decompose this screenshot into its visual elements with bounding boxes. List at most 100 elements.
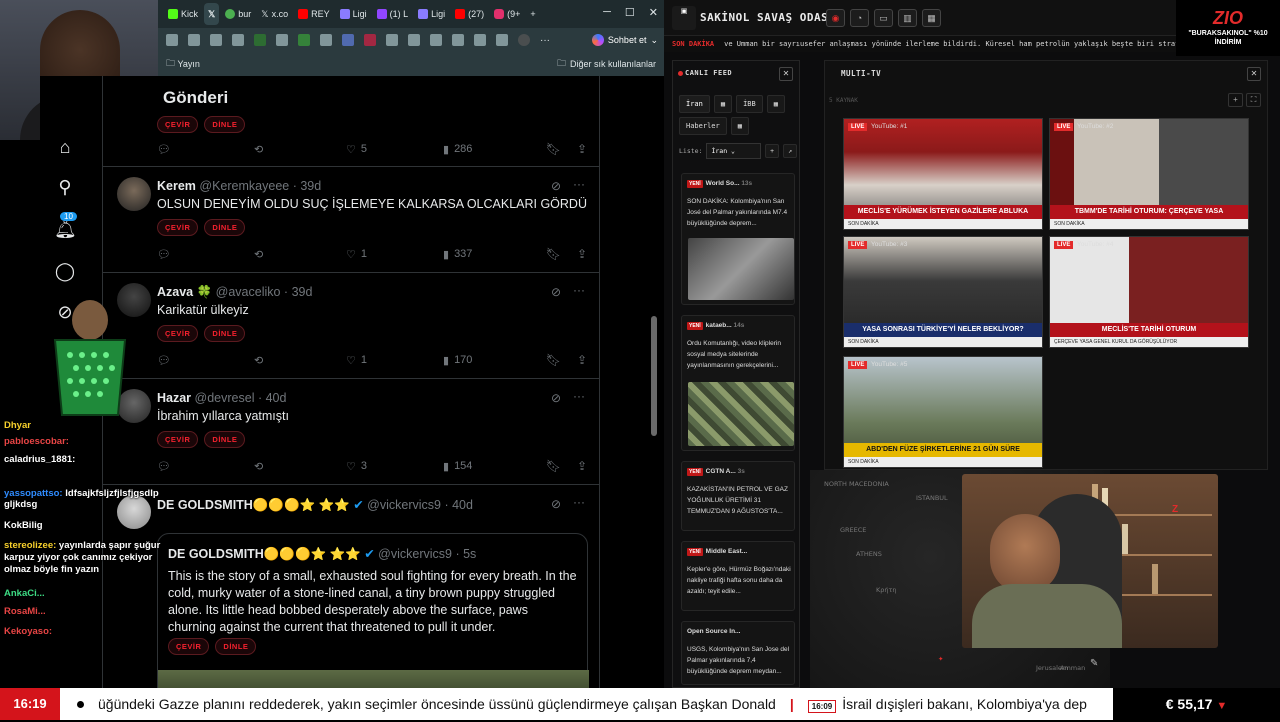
tab-ligi-2[interactable]: Ligi: [414, 3, 449, 25]
views-button[interactable]: ▮ 154: [443, 460, 543, 473]
grid-icon[interactable]: ▦: [713, 95, 733, 113]
profile-avatar[interactable]: [518, 34, 530, 46]
extension-icon[interactable]: [342, 34, 354, 46]
more-icon[interactable]: ···: [573, 283, 585, 297]
tweet[interactable]: Kerem @Keremkayeee · 39d ⊘ ··· OLSUN DEN…: [103, 167, 599, 273]
views-button[interactable]: ▮ 337: [443, 248, 543, 261]
add-icon[interactable]: +: [1228, 93, 1243, 107]
tweet[interactable]: DE GOLDSMITH🟡🟡🟡⭐ ⭐⭐ ✔ @vickervics9 · 40d…: [103, 485, 599, 688]
listen-button[interactable]: DİNLE: [204, 219, 246, 236]
tab-youtube[interactable]: REY: [294, 3, 334, 25]
alert-icon[interactable]: ◉: [826, 9, 845, 27]
bookmark-icon[interactable]: 🔖︎: [546, 247, 561, 261]
extension-icon[interactable]: [254, 34, 266, 46]
tab-ibb[interactable]: İBB: [736, 95, 763, 113]
copilot-chat-button[interactable]: Sohbet et ⌄: [591, 34, 658, 46]
reply-button[interactable]: 💬︎: [157, 354, 254, 367]
feed-card[interactable]: Open Source In... USGS, Kolombiya'nın Sa…: [681, 621, 795, 685]
bookmark-icon[interactable]: 🔖︎: [546, 459, 561, 473]
minimize-icon[interactable]: ─: [603, 6, 611, 19]
quote-media-image[interactable]: [158, 670, 589, 688]
bookmark-icon[interactable]: 🔖︎: [546, 353, 561, 367]
chart-icon[interactable]: ▥: [898, 9, 917, 27]
external-link-icon[interactable]: ↗: [783, 144, 797, 158]
grok-icon[interactable]: ⊘: [551, 497, 561, 511]
extension-icon[interactable]: [298, 34, 310, 46]
fullscreen-icon[interactable]: ⛶: [1246, 93, 1261, 107]
close-icon[interactable]: ✕: [1247, 67, 1261, 81]
tab-youtube-2[interactable]: (27): [451, 3, 488, 25]
translate-button[interactable]: ÇEVİR: [157, 325, 199, 342]
extension-icon[interactable]: [276, 34, 288, 46]
listen-button[interactable]: DİNLE: [204, 116, 246, 133]
reply-button[interactable]: 💬︎: [157, 143, 254, 156]
feed-card[interactable]: YENİ World So... 13s SON DAKİKA: Kolombiy…: [681, 173, 795, 305]
star-icon[interactable]: [232, 34, 244, 46]
messages-icon[interactable]: ◯: [54, 260, 76, 282]
tab-twitch[interactable]: (1) L: [373, 3, 413, 25]
grok-icon[interactable]: ⊘: [551, 285, 561, 299]
quoted-tweet[interactable]: DE GOLDSMITH🟡🟡🟡⭐ ⭐⭐ ✔ @vickervics9 · 5s …: [157, 533, 589, 688]
reply-button[interactable]: 💬︎: [157, 248, 254, 261]
card-image[interactable]: [688, 238, 794, 300]
extension-icon[interactable]: [386, 34, 398, 46]
listen-button[interactable]: DİNLE: [215, 638, 257, 655]
bookmark-icon[interactable]: 🔖︎: [546, 142, 561, 156]
feed-scrollbar[interactable]: [651, 316, 657, 436]
more-icon[interactable]: ···: [573, 177, 585, 191]
tab-ligi-1[interactable]: Ligi: [336, 3, 371, 25]
tweet[interactable]: ÇEVİR DİNLE 💬︎ ⟲ ♡ 5 ▮ 286 🔖︎ ⇪: [103, 112, 599, 167]
tv-icon[interactable]: ▦: [922, 9, 941, 27]
close-icon[interactable]: ✕: [779, 67, 793, 81]
rss-icon[interactable]: ◔: [850, 9, 869, 27]
list-select[interactable]: İran ⌄: [706, 143, 762, 159]
tweet[interactable]: Hazar @devresel · 40d ⊘ ··· İbrahim yıll…: [103, 379, 599, 485]
grok-icon[interactable]: ⊘: [551, 391, 561, 405]
translate-button[interactable]: ÇEVİR: [168, 638, 210, 655]
maximize-icon[interactable]: ☐: [625, 6, 635, 19]
tv-screen-1[interactable]: LIVE YouTube: #1 MECLİS'E YÜRÜMEK İSTEYEN…: [843, 118, 1043, 230]
tv-screen-3[interactable]: LIVE YouTube: #3 YASA SONRASI TÜRKİYE'Yİ …: [843, 236, 1043, 348]
retweet-button[interactable]: ⟲: [254, 248, 346, 261]
tab-bur[interactable]: bur: [221, 3, 255, 25]
toolbar-icon[interactable]: [166, 34, 178, 46]
downloads-icon[interactable]: [496, 34, 508, 46]
extensions-icon[interactable]: [452, 34, 464, 46]
extension-icon[interactable]: [320, 34, 332, 46]
search-icon[interactable]: ⚲: [54, 176, 76, 198]
translate-button[interactable]: ÇEVİR: [157, 116, 199, 133]
translate-button[interactable]: ÇEVİR: [157, 219, 199, 236]
tv-screen-5[interactable]: LIVE YouTube: #5 ABD'DEN FÜZE ŞİRKETLERİN…: [843, 356, 1043, 468]
views-button[interactable]: ▮ 286: [443, 143, 543, 156]
card-image[interactable]: [688, 382, 794, 446]
event-marker-icon[interactable]: ✦: [938, 655, 943, 663]
edit-icon[interactable]: ✎: [1090, 658, 1098, 669]
more-icon[interactable]: ···: [573, 389, 585, 403]
grok-icon[interactable]: ⊘: [551, 179, 561, 193]
tab-kick[interactable]: Kick: [164, 3, 202, 25]
share-icon[interactable]: ⇪: [577, 353, 587, 367]
like-button[interactable]: ♡ 5: [346, 143, 443, 156]
listen-button[interactable]: DİNLE: [204, 431, 246, 448]
share-icon[interactable]: ⇪: [577, 142, 587, 156]
tab-x[interactable]: 𝕏: [204, 3, 220, 25]
other-favorites[interactable]: 🗀 Diğer sık kullanılanlar: [557, 56, 656, 72]
tweet[interactable]: Azava 🍀 @avaceliko · 39d ⊘ ··· Karikatür…: [103, 273, 599, 379]
toolbar-icon[interactable]: [210, 34, 222, 46]
tab-xcom[interactable]: 𝕏x.co: [257, 3, 292, 25]
like-button[interactable]: ♡ 1: [346, 248, 443, 261]
views-button[interactable]: ▮ 170: [443, 354, 543, 367]
favorites-icon[interactable]: [430, 34, 442, 46]
toolbar-icon[interactable]: [188, 34, 200, 46]
feed-card[interactable]: YENİ kataeb... 14s Ordu Komutanlığı, vide…: [681, 315, 795, 451]
more-menu-icon[interactable]: ···: [540, 35, 550, 46]
tv-screen-4[interactable]: LIVE YouTube: #4 MECLİS'TE TARİHİ OTURUM …: [1049, 236, 1249, 348]
like-button[interactable]: ♡ 3: [346, 460, 443, 473]
home-icon[interactable]: ⌂: [54, 136, 76, 158]
retweet-button[interactable]: ⟲: [254, 354, 346, 367]
add-icon[interactable]: +: [765, 144, 780, 158]
retweet-button[interactable]: ⟲: [254, 460, 346, 473]
extension-icon[interactable]: [364, 34, 376, 46]
tab-iran[interactable]: İran: [679, 95, 710, 113]
like-button[interactable]: ♡ 1: [346, 354, 443, 367]
